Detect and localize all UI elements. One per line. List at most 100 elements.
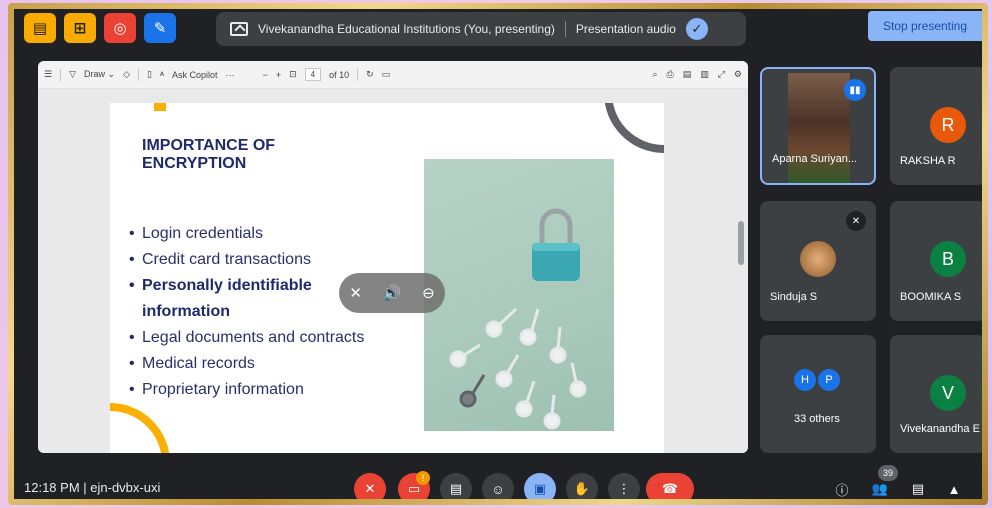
participant-tile[interactable]: B BOOMIKA S — [890, 201, 982, 321]
warning-badge: ! — [416, 471, 430, 485]
note-icon[interactable]: ✎ — [144, 13, 176, 43]
fit-icon[interactable]: ⊡ — [289, 69, 297, 80]
participant-video — [788, 73, 850, 183]
draw-label: Draw — [84, 69, 106, 79]
others-tile[interactable]: H P 33 others — [760, 335, 876, 453]
presenting-text: Vivekanandha Educational Institutions (Y… — [258, 22, 555, 36]
avatar: H — [794, 369, 816, 391]
presenting-banner: Vivekanandha Educational Institutions (Y… — [216, 12, 746, 46]
participant-name: Vivekanandha E — [900, 423, 980, 435]
stop-presenting-button[interactable]: Stop presenting — [868, 11, 982, 41]
mic-off-icon: ✕ — [846, 211, 866, 231]
meet-screen: ▤ ⊞ ◎ ✎ Vivekanandha Educational Institu… — [14, 9, 982, 499]
zoom-out-icon[interactable]: − — [263, 70, 268, 80]
avatar: P — [818, 369, 840, 391]
present-screen-icon — [230, 22, 248, 36]
participant-tile[interactable]: ▮▮ Aparna Suriyan... — [760, 67, 876, 185]
pdf-toolbar: ☰ ▽ Draw ⌄ ◇ ▯ ᴬ Ask Copilot ··· − + ⊡ 4… — [38, 61, 748, 89]
participant-tile[interactable]: V Vivekanandha E — [890, 335, 982, 453]
participant-name: Sinduja S — [770, 291, 818, 303]
toolbar-right: ⌕ ⎙ ▤ ▥ ⤢ ⚙ — [652, 69, 742, 80]
record-icon[interactable]: ◎ — [104, 13, 136, 43]
mic-off-button[interactable]: ✕ — [354, 473, 386, 499]
read-aloud-icon[interactable]: ᴬ — [160, 70, 164, 80]
expand-icon[interactable]: ⤢ — [718, 69, 725, 80]
bullet-text: information — [142, 303, 230, 320]
zoom-in-icon[interactable]: + — [276, 70, 281, 80]
divider — [564, 21, 566, 37]
ask-copilot-button[interactable]: Ask Copilot — [172, 70, 218, 80]
pin-off-icon[interactable]: ✕ — [349, 284, 362, 302]
slide-title: IMPORTANCE OF ENCRYPTION — [142, 137, 276, 172]
bullet-item: Personally identifiable information — [128, 273, 364, 325]
participant-name: Aparna Suriyan... — [772, 153, 857, 165]
page-number-input[interactable]: 4 — [304, 68, 322, 81]
emoji-button[interactable]: ☺ — [482, 473, 514, 499]
people-icon[interactable]: 👥 — [864, 473, 896, 499]
participant-tile[interactable]: R RAKSHA R — [890, 67, 982, 185]
rotate-icon[interactable]: ↻ — [366, 69, 374, 80]
participant-name: RAKSHA R — [900, 155, 956, 167]
yellow-arc-decoration — [110, 403, 170, 453]
pdf-page-area: IMPORTANCE OF ENCRYPTION Login credentia… — [38, 89, 748, 453]
bullet-item: Legal documents and contracts — [128, 325, 364, 351]
bullet-item: Proprietary information — [128, 377, 364, 403]
presentation-audio-label: Presentation audio — [575, 22, 676, 36]
scrollbar[interactable] — [738, 221, 744, 265]
bullet-item: Login credentials — [128, 221, 364, 247]
more-icon[interactable]: ··· — [226, 70, 235, 80]
save-as-icon[interactable]: ▥ — [700, 69, 709, 80]
activities-icon[interactable]: ▲ — [938, 473, 970, 499]
page-total: of 10 — [329, 69, 350, 80]
chat-icon[interactable]: ▤ — [902, 473, 934, 499]
info-icon[interactable]: ⓘ — [826, 473, 858, 499]
app-tile-icon[interactable]: ▤ — [24, 13, 56, 43]
draw-button[interactable]: Draw ⌄ — [84, 69, 115, 80]
grey-arc-decoration — [604, 103, 664, 153]
top-bar: ▤ ⊞ ◎ ✎ Vivekanandha Educational Institu… — [14, 9, 982, 51]
time-text: 12:18 PM — [24, 480, 80, 495]
list-icon[interactable]: ☰ — [44, 69, 52, 80]
eraser-icon[interactable]: ◇ — [123, 69, 130, 80]
speaking-indicator-icon: ▮▮ — [844, 79, 866, 101]
end-call-button[interactable]: ☎ — [646, 473, 694, 499]
meeting-code: ejn-dvbx-uxi — [90, 480, 161, 495]
app-tile-icon[interactable]: ⊞ — [64, 13, 96, 43]
bullet-item: Credit card transactions — [128, 247, 364, 273]
settings-gear-icon[interactable]: ⚙ — [734, 69, 742, 80]
present-button[interactable]: ▣ — [524, 473, 556, 499]
padlock-keys-image — [424, 159, 614, 431]
meeting-time: 12:18 PM | ejn-dvbx-uxi — [24, 480, 161, 495]
raise-hand-button[interactable]: ✋ — [566, 473, 598, 499]
audio-toggle-check-icon[interactable]: ✓ — [685, 18, 708, 40]
divider — [60, 68, 62, 81]
page-view-icon[interactable]: ▯ — [147, 69, 152, 80]
avatar: R — [930, 107, 966, 143]
others-count: 33 others — [794, 413, 840, 425]
divider — [137, 68, 139, 81]
volume-icon[interactable]: 🔊 — [383, 284, 402, 302]
page-layout-icon[interactable]: ▭ — [382, 69, 391, 80]
remove-icon[interactable]: ⊖ — [422, 284, 435, 302]
padlock-keys-illustration — [449, 208, 587, 430]
divider — [357, 68, 359, 81]
print-icon[interactable]: ⎙ — [666, 69, 673, 80]
highlight-icon[interactable]: ▽ — [69, 69, 76, 80]
bullet-item: Medical records — [128, 351, 364, 377]
bullet-text: Personally identifiable — [142, 277, 312, 294]
search-icon[interactable]: ⌕ — [652, 69, 657, 80]
avatar: B — [930, 241, 966, 277]
avatar: V — [930, 375, 966, 411]
bottom-bar: 12:18 PM | ejn-dvbx-uxi ✕ ▭ ! ▤ ☺ ▣ ✋ ⋮ … — [14, 465, 982, 499]
avatar — [800, 241, 836, 277]
participant-name: BOOMIKA S — [900, 291, 962, 303]
participant-tile[interactable]: ✕ Sinduja S — [760, 201, 876, 321]
floating-media-controls: ✕ 🔊 ⊖ — [339, 273, 445, 313]
bullet-list: Login credentials Credit card transactio… — [128, 221, 364, 403]
save-icon[interactable]: ▤ — [683, 69, 692, 80]
yellow-accent — [154, 103, 166, 111]
gold-frame: ▤ ⊞ ◎ ✎ Vivekanandha Educational Institu… — [8, 3, 988, 505]
shared-screen: ☰ ▽ Draw ⌄ ◇ ▯ ᴬ Ask Copilot ··· − + ⊡ 4… — [38, 61, 748, 453]
more-options-button[interactable]: ⋮ — [608, 473, 640, 499]
captions-button[interactable]: ▤ — [440, 473, 472, 499]
